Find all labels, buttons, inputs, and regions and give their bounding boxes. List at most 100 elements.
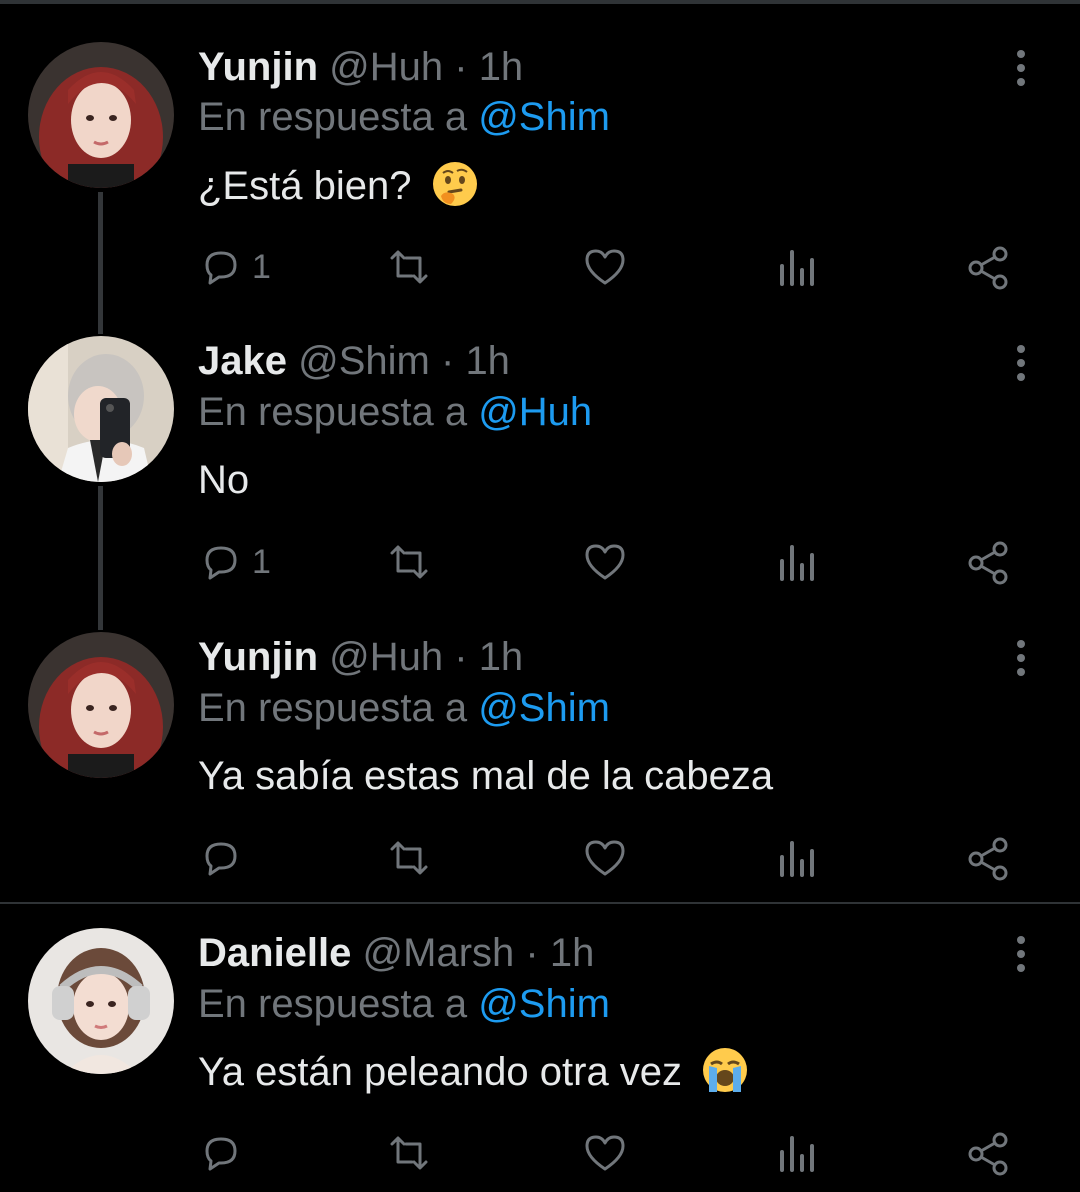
display-name[interactable]: Yunjin <box>198 635 318 679</box>
views-button[interactable] <box>774 242 820 292</box>
avatar[interactable] <box>28 632 174 778</box>
share-button[interactable] <box>966 833 1012 883</box>
reply-context: En respuesta a @Huh <box>198 387 592 437</box>
tweet-text: Ya están peleando otra vez <box>198 1046 749 1097</box>
reply-context: En respuesta a @Shim <box>198 92 610 142</box>
reply-prefix: En respuesta a <box>198 390 468 434</box>
retweet-button[interactable] <box>386 1128 432 1178</box>
more-vertical-icon <box>1017 640 1025 676</box>
views-icon <box>780 545 814 581</box>
like-button[interactable] <box>582 242 628 292</box>
reply-count: 1 <box>252 247 271 286</box>
retweet-button[interactable] <box>386 242 432 292</box>
loudly-crying-face-icon <box>703 1048 748 1092</box>
reply-icon <box>205 251 237 285</box>
retweet-icon <box>390 1136 428 1170</box>
reply-prefix: En respuesta a <box>198 95 468 139</box>
display-name[interactable]: Danielle <box>198 931 351 975</box>
separator-dot: · <box>454 45 468 89</box>
share-button[interactable] <box>966 242 1012 292</box>
heart-icon <box>585 1135 625 1171</box>
tweet-header: Yunjin @Huh · 1h <box>198 42 523 92</box>
reply-icon <box>205 842 237 876</box>
thinking-face-icon <box>432 162 477 206</box>
reply-button[interactable] <box>198 833 252 883</box>
more-options-button[interactable] <box>1004 638 1038 678</box>
user-handle[interactable]: @Shim <box>298 339 430 383</box>
views-button[interactable] <box>774 537 820 587</box>
tweet-actions: 1 <box>198 537 1028 587</box>
reply-button[interactable] <box>198 1128 252 1178</box>
tweet-text-content: Ya están peleando otra vez <box>198 1050 683 1094</box>
tweet-divider <box>0 902 1080 904</box>
tweet-actions: 1 <box>198 242 1028 292</box>
heart-icon <box>585 249 625 285</box>
more-vertical-icon <box>1017 936 1025 972</box>
share-button[interactable] <box>966 537 1012 587</box>
views-icon <box>780 841 814 877</box>
separator-dot: · <box>454 635 468 679</box>
share-button[interactable] <box>966 1128 1012 1178</box>
timestamp[interactable]: 1h <box>550 931 595 975</box>
display-name[interactable]: Yunjin <box>198 45 318 89</box>
reply-button[interactable]: 1 <box>198 242 271 292</box>
avatar[interactable] <box>28 928 174 1074</box>
retweet-icon <box>390 250 428 284</box>
display-name[interactable]: Jake <box>198 339 287 383</box>
timestamp[interactable]: 1h <box>479 45 524 89</box>
like-button[interactable] <box>582 1128 628 1178</box>
tweet-actions <box>198 1128 1028 1178</box>
views-button[interactable] <box>774 1128 820 1178</box>
retweet-button[interactable] <box>386 537 432 587</box>
avatar[interactable] <box>28 336 174 482</box>
tweet-header: Yunjin @Huh · 1h <box>198 632 523 682</box>
tweet-text: Ya sabía estas mal de la cabeza <box>198 751 773 801</box>
more-options-button[interactable] <box>1004 934 1038 974</box>
views-icon <box>780 250 814 286</box>
reply-prefix: En respuesta a <box>198 982 468 1026</box>
separator-dot: · <box>525 931 539 975</box>
reply-icon <box>205 1137 237 1171</box>
reply-mention[interactable]: @Shim <box>478 686 610 730</box>
more-options-button[interactable] <box>1004 343 1038 383</box>
reply-mention[interactable]: @Shim <box>478 95 610 139</box>
more-options-button[interactable] <box>1004 48 1038 88</box>
like-button[interactable] <box>582 537 628 587</box>
tweet-actions <box>198 833 1028 883</box>
tweet-text-content: No <box>198 458 250 502</box>
tweet-header: Danielle @Marsh · 1h <box>198 928 594 978</box>
user-handle[interactable]: @Huh <box>329 45 443 89</box>
heart-icon <box>585 840 625 876</box>
reply-button[interactable]: 1 <box>198 537 271 587</box>
share-icon <box>968 1132 1008 1176</box>
like-button[interactable] <box>582 833 628 883</box>
reply-feed: Yunjin @Huh · 1h En respuesta a @Shim ¿E… <box>0 0 1080 1192</box>
share-icon <box>968 541 1008 585</box>
thread-connector <box>98 486 103 630</box>
share-icon <box>968 246 1008 290</box>
share-icon <box>968 837 1008 881</box>
reply-prefix: En respuesta a <box>198 686 468 730</box>
tweet-text: No <box>198 455 249 505</box>
more-vertical-icon <box>1017 50 1025 86</box>
reply-mention[interactable]: @Huh <box>478 390 592 434</box>
reply-icon <box>205 546 237 580</box>
reply-mention[interactable]: @Shim <box>478 982 610 1026</box>
views-button[interactable] <box>774 833 820 883</box>
user-handle[interactable]: @Huh <box>329 635 443 679</box>
tweet-text-content: Ya sabía estas mal de la cabeza <box>198 754 774 798</box>
retweet-button[interactable] <box>386 833 432 883</box>
retweet-icon <box>390 545 428 579</box>
tweet-header: Jake @Shim · 1h <box>198 336 510 386</box>
user-handle[interactable]: @Marsh <box>363 931 515 975</box>
timestamp[interactable]: 1h <box>465 339 510 383</box>
reply-count: 1 <box>252 542 271 581</box>
timestamp[interactable]: 1h <box>479 635 524 679</box>
views-icon <box>780 1136 814 1172</box>
reply-context: En respuesta a @Shim <box>198 683 610 733</box>
retweet-icon <box>390 841 428 875</box>
tweet-text-content: ¿Está bien? <box>198 164 412 208</box>
separator-dot: · <box>440 339 455 383</box>
tweet-text: ¿Está bien? <box>198 160 479 211</box>
avatar[interactable] <box>28 42 174 188</box>
